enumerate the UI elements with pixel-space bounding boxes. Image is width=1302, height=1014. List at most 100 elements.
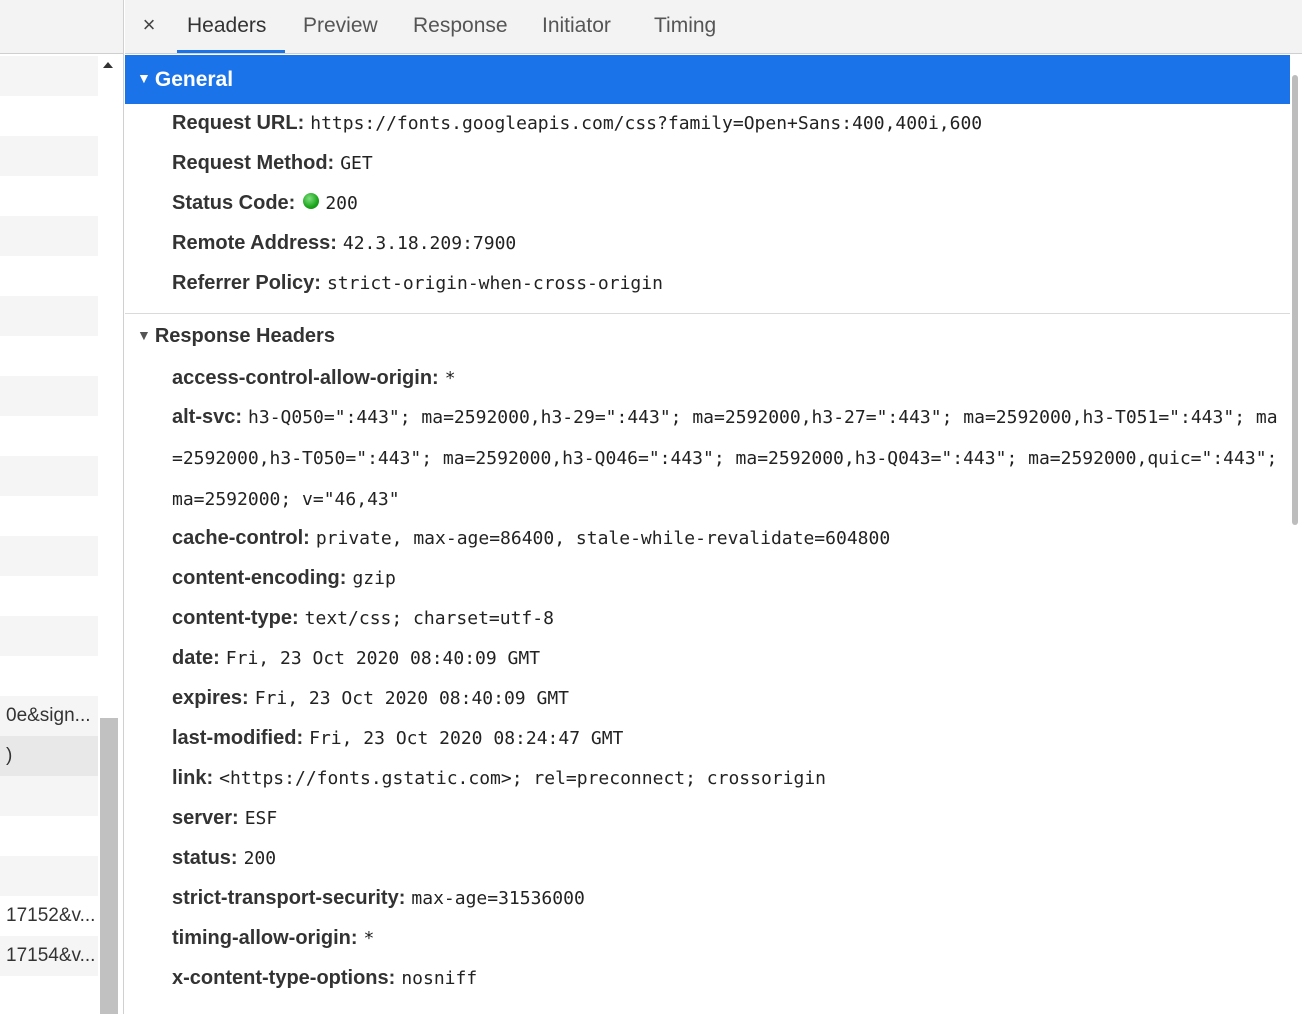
headers-panel-scroll-thumb[interactable]	[1292, 75, 1298, 525]
request-row[interactable]: 17152&v...	[0, 896, 98, 936]
request-row[interactable]	[0, 216, 98, 256]
request-row[interactable]	[0, 656, 98, 696]
response-header-key: strict-transport-security:	[172, 887, 406, 909]
response-header-value: 200	[243, 848, 277, 869]
request-url-row: Request URL: https://fonts.googleapis.com…	[172, 112, 982, 135]
request-row[interactable]	[0, 336, 98, 376]
details-tab-bar: × Headers Preview Response Initiator Tim…	[125, 0, 1302, 54]
tab-timing[interactable]: Timing	[654, 14, 716, 38]
tab-response[interactable]: Response	[413, 14, 508, 38]
request-row[interactable]	[0, 856, 98, 896]
headers-panel-scrollbar[interactable]	[1290, 55, 1302, 1014]
request-row[interactable]	[0, 376, 98, 416]
response-header-row: cache-control: private, max-age=86400, st…	[172, 527, 890, 550]
response-header-key: expires:	[172, 687, 249, 709]
active-tab-indicator	[177, 50, 285, 53]
response-headers-title: Response Headers	[154, 325, 335, 347]
response-header-key: timing-allow-origin:	[172, 927, 358, 949]
response-header-row: date: Fri, 23 Oct 2020 08:40:09 GMT	[172, 647, 540, 670]
tab-initiator[interactable]: Initiator	[542, 14, 611, 38]
response-header-key: server:	[172, 807, 239, 829]
request-row[interactable]	[0, 296, 98, 336]
request-row[interactable]	[0, 176, 98, 216]
response-header-key: cache-control:	[172, 527, 310, 549]
status-code-value: 200	[325, 193, 358, 214]
section-divider	[125, 313, 1290, 314]
request-list-scroll-thumb[interactable]	[100, 718, 118, 1014]
referrer-policy-row: Referrer Policy: strict-origin-when-cross…	[172, 272, 663, 295]
request-row[interactable]	[0, 136, 98, 176]
request-row[interactable]: 0e&sign...	[0, 696, 98, 736]
general-section-header[interactable]: ▼ General	[125, 55, 1290, 104]
response-header-row: content-type: text/css; charset=utf-8	[172, 607, 554, 630]
response-header-row: access-control-allow-origin: *	[172, 367, 456, 390]
response-header-row: content-encoding: gzip	[172, 567, 396, 590]
response-header-row: last-modified: Fri, 23 Oct 2020 08:24:47 …	[172, 727, 623, 750]
remote-address-label: Remote Address:	[172, 232, 337, 254]
response-header-key: link:	[172, 767, 214, 789]
response-header-value: <https://fonts.gstatic.com>; rel=preconn…	[219, 768, 826, 789]
request-list: 0e&sign...) 17152&v... 17154&v...	[0, 56, 98, 976]
response-header-key: access-control-allow-origin:	[172, 367, 439, 389]
close-icon[interactable]: ×	[139, 12, 159, 38]
request-row[interactable]	[0, 576, 98, 616]
general-section-title: General	[154, 68, 234, 91]
response-headers-section-header[interactable]: ▼ Response Headers	[137, 325, 335, 348]
response-header-key: alt-svc:	[172, 406, 243, 428]
referrer-policy-label: Referrer Policy:	[172, 272, 321, 294]
expand-triangle-icon: ▼	[137, 69, 151, 86]
response-header-key: x-content-type-options:	[172, 967, 396, 989]
request-list-scrollbar[interactable]	[98, 56, 120, 1014]
request-row[interactable]	[0, 816, 98, 856]
expand-triangle-icon: ▼	[137, 326, 151, 343]
request-method-label: Request Method:	[172, 152, 335, 174]
response-header-row: alt-svc: h3-Q050=":443"; ma=2592000,h3-29…	[172, 397, 1287, 520]
request-row[interactable]	[0, 536, 98, 576]
response-header-row: link: <https://fonts.gstatic.com>; rel=pr…	[172, 767, 826, 790]
status-code-row: Status Code: 200	[172, 192, 358, 215]
response-header-key: last-modified:	[172, 727, 304, 749]
response-header-value: max-age=31536000	[411, 888, 585, 909]
request-row[interactable]: 17154&v...	[0, 936, 98, 976]
response-header-row: server: ESF	[172, 807, 277, 830]
request-url-label: Request URL:	[172, 112, 305, 134]
status-ok-icon	[303, 192, 320, 209]
response-header-row: strict-transport-security: max-age=315360…	[172, 887, 585, 910]
response-header-key: content-encoding:	[172, 567, 347, 589]
request-row[interactable]	[0, 496, 98, 536]
request-row[interactable]	[0, 56, 98, 96]
headers-panel: ▼ General Request URL: https://fonts.googl…	[125, 55, 1290, 1014]
scroll-up-arrow-icon[interactable]	[103, 62, 113, 68]
request-list-header	[0, 0, 123, 54]
response-header-value: Fri, 23 Oct 2020 08:40:09 GMT	[225, 648, 541, 669]
response-header-value: ESF	[244, 808, 278, 829]
response-header-value: Fri, 23 Oct 2020 08:24:47 GMT	[309, 728, 624, 749]
response-header-row: status: 200	[172, 847, 276, 870]
response-header-value: *	[444, 368, 456, 389]
request-row[interactable]	[0, 416, 98, 456]
tab-headers[interactable]: Headers	[187, 14, 266, 38]
request-method-value: GET	[340, 153, 373, 174]
response-header-key: content-type:	[172, 607, 299, 629]
request-row[interactable]	[0, 256, 98, 296]
remote-address-row: Remote Address: 42.3.18.209:7900	[172, 232, 516, 255]
request-row[interactable]: )	[0, 736, 98, 776]
request-row[interactable]	[0, 96, 98, 136]
response-header-key: date:	[172, 647, 220, 669]
tab-preview[interactable]: Preview	[303, 14, 378, 38]
response-header-row: expires: Fri, 23 Oct 2020 08:40:09 GMT	[172, 687, 569, 710]
response-header-row: x-content-type-options: nosniff	[172, 967, 477, 990]
response-header-row: timing-allow-origin: *	[172, 927, 374, 950]
status-code-label: Status Code:	[172, 192, 296, 214]
response-header-value: Fri, 23 Oct 2020 08:40:09 GMT	[254, 688, 569, 709]
request-url-value: https://fonts.googleapis.com/css?family=…	[310, 113, 983, 134]
response-header-value: text/css; charset=utf-8	[304, 608, 554, 629]
request-row[interactable]	[0, 456, 98, 496]
response-header-value: h3-Q050=":443"; ma=2592000,h3-29=":443";…	[172, 407, 1278, 510]
request-list-pane: 0e&sign...) 17152&v... 17154&v...	[0, 0, 124, 1014]
request-row[interactable]	[0, 776, 98, 816]
response-header-key: status:	[172, 847, 238, 869]
request-row[interactable]	[0, 616, 98, 656]
referrer-policy-value: strict-origin-when-cross-origin	[326, 273, 663, 294]
response-header-value: gzip	[352, 568, 396, 589]
